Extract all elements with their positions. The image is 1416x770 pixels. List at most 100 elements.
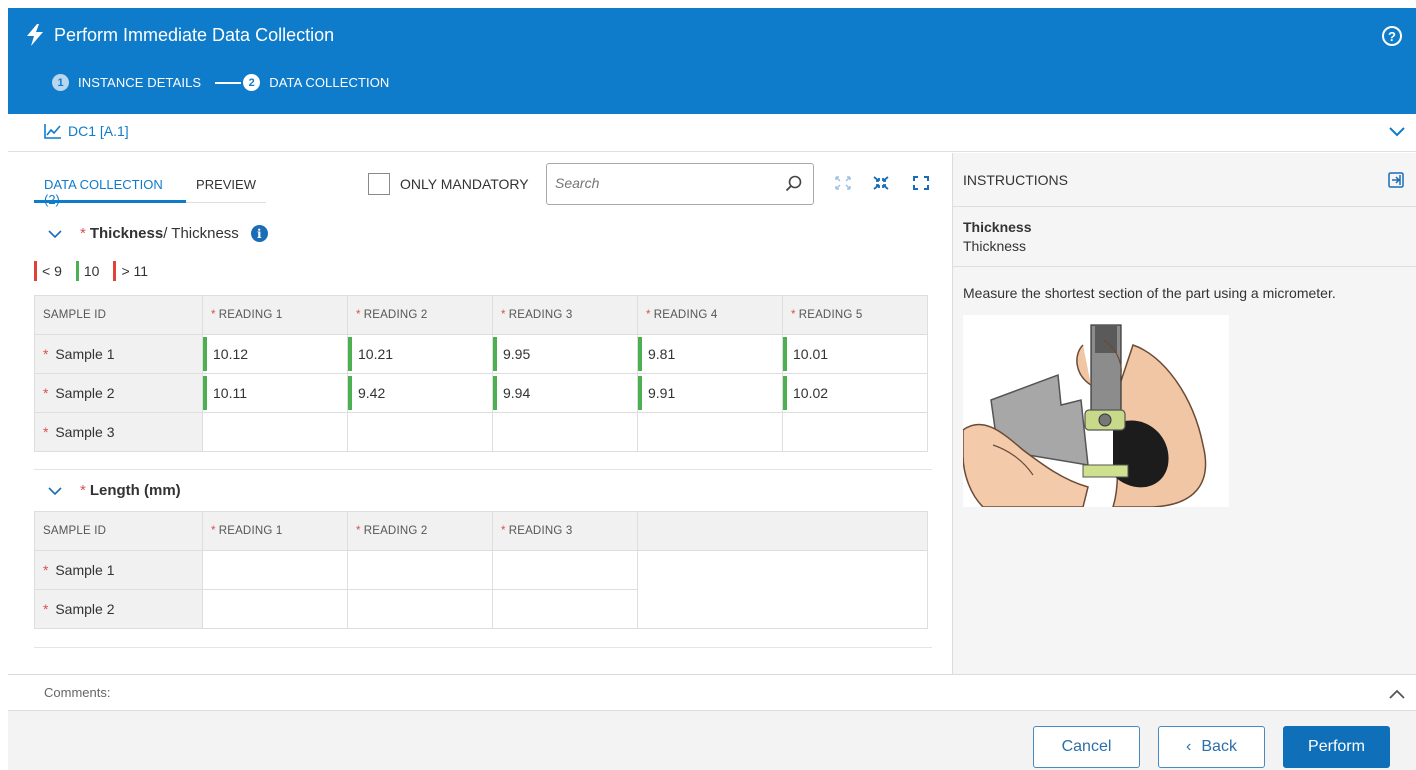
reading-cell[interactable] (347, 550, 493, 590)
reading-cell[interactable]: 9.81 (637, 334, 783, 374)
sample-id: * Sample 1 (34, 334, 203, 374)
collapse-panel-icon[interactable] (1388, 172, 1404, 188)
empty-header (637, 511, 928, 551)
sample-id: * Sample 3 (34, 412, 203, 452)
dc-selector-bar[interactable]: DC1 [A.1] (8, 114, 1416, 152)
perform-button[interactable]: Perform (1283, 726, 1390, 768)
line-chart-icon (44, 124, 61, 139)
reading-cell[interactable] (202, 589, 348, 629)
chevron-up-icon[interactable] (1388, 688, 1406, 700)
col-sample-id: SAMPLE ID (34, 511, 203, 551)
reading-cell[interactable]: 10.01 (782, 334, 928, 374)
comments-bar[interactable]: Comments: (8, 674, 1416, 711)
reading-cell[interactable] (492, 412, 638, 452)
section-subtitle: / Thickness (163, 225, 239, 242)
reading-cell[interactable] (202, 550, 348, 590)
instructions-heading: INSTRUCTIONS (963, 171, 1068, 188)
step-1-badge: 1 (52, 74, 69, 91)
search-icon[interactable] (785, 175, 803, 193)
col-reading-3: * READING 3 (492, 295, 638, 335)
fullscreen-icon[interactable] (912, 175, 930, 191)
instruction-subtitle: Thickness (963, 238, 1027, 254)
section-divider (34, 647, 932, 648)
expand-all-icon[interactable] (834, 175, 852, 191)
step-2-badge: 2 (243, 74, 261, 91)
tab-data-collection[interactable]: DATA COLLECTION (2) (34, 167, 187, 207)
wizard-steps: 1 INSTANCE DETAILS 2 DATA COLLECTION (52, 74, 389, 91)
reading-cell[interactable] (347, 589, 493, 629)
instruction-title: Thickness (963, 219, 1032, 235)
cancel-button[interactable]: Cancel (1033, 726, 1140, 768)
section-title: Length (mm) (89, 482, 181, 499)
only-mandatory-label: ONLY MANDATORY (400, 176, 529, 192)
app-window: Perform Immediate Data Collection ? 1 IN… (0, 0, 1416, 770)
step-connector (215, 81, 242, 84)
length-table: SAMPLE ID * READING 1 * READING 2 * READING… (34, 511, 928, 629)
dialog-title: Perform Immediate Data Collection (54, 24, 335, 45)
reading-cell[interactable] (782, 412, 928, 452)
search-input[interactable] (555, 164, 775, 202)
table-row: * Sample 1 10.12 10.21 9.95 9.81 10.01 (34, 334, 928, 374)
chevron-down-icon[interactable] (48, 486, 62, 496)
instruction-title-block: Thickness Thickness (953, 207, 1416, 267)
col-sample-id: SAMPLE ID (34, 295, 203, 335)
col-reading-2: * READING 2 (347, 511, 493, 551)
required-marker: * (80, 225, 86, 242)
reading-cell[interactable] (492, 550, 638, 590)
required-marker: * (80, 482, 86, 499)
tolerance-legend: < 9 10 > 11 (34, 261, 162, 281)
reading-cell[interactable]: 10.12 (202, 334, 348, 374)
legend-high: > 11 (113, 261, 148, 281)
help-icon[interactable]: ? (1382, 26, 1402, 46)
collapse-all-icon[interactable] (872, 175, 890, 191)
table-row: * Sample 2 10.11 9.42 9.94 9.91 10.02 (34, 373, 928, 413)
section-length-header[interactable]: * Length (mm) (48, 482, 181, 499)
table-header-row: SAMPLE ID * READING 1 * READING 2 * READING… (34, 295, 928, 335)
legend-target: 10 (75, 261, 99, 281)
tab-preview[interactable]: PREVIEW (186, 167, 266, 203)
reading-cell[interactable]: 10.11 (202, 373, 348, 413)
table-header-row: SAMPLE ID * READING 1 * READING 2 * READING… (34, 511, 928, 551)
reading-cell[interactable]: 9.95 (492, 334, 638, 374)
reading-cell[interactable] (492, 589, 638, 629)
col-reading-3: * READING 3 (492, 511, 638, 551)
back-button[interactable]: ‹ Back (1158, 726, 1265, 768)
table-row: * Sample 3 (34, 412, 928, 452)
reading-cell[interactable] (202, 412, 348, 452)
reading-cell[interactable] (347, 412, 493, 452)
lightning-icon (27, 24, 43, 46)
comments-label: Comments: (44, 685, 111, 700)
step-data-collection[interactable]: DATA COLLECTION (269, 75, 389, 90)
reading-cell[interactable] (637, 412, 783, 452)
dc-label: DC1 [A.1] (44, 123, 129, 139)
reading-cell[interactable]: 9.42 (347, 373, 493, 413)
sample-id: * Sample 2 (34, 373, 203, 413)
chevron-down-icon[interactable] (1388, 126, 1406, 138)
step-instance-details[interactable]: INSTANCE DETAILS (78, 75, 201, 90)
reading-cell[interactable]: 10.02 (782, 373, 928, 413)
empty-cell (637, 550, 928, 629)
table-row: * Sample 1 (34, 550, 928, 629)
back-label: Back (1201, 738, 1237, 755)
section-title: Thickness (89, 225, 164, 242)
only-mandatory-checkbox[interactable] (368, 173, 390, 195)
only-mandatory-toggle[interactable]: ONLY MANDATORY (368, 173, 529, 195)
sample-id: * Sample 1 (34, 550, 203, 590)
dialog-footer: Cancel ‹ Back Perform (8, 711, 1416, 770)
reading-cell[interactable]: 9.94 (492, 373, 638, 413)
tab-bar: DATA COLLECTION (2) PREVIEW (34, 167, 266, 207)
col-reading-5: * READING 5 (782, 295, 928, 335)
dc-name: DC1 [A.1] (68, 123, 129, 139)
info-icon[interactable]: i (250, 225, 268, 242)
sample-id: * Sample 2 (34, 589, 203, 629)
instructions-header: INSTRUCTIONS (953, 153, 1416, 207)
col-reading-1: * READING 1 (202, 511, 348, 551)
reading-cell[interactable]: 9.91 (637, 373, 783, 413)
legend-low: < 9 (34, 261, 62, 281)
dialog-header: Perform Immediate Data Collection ? 1 IN… (8, 8, 1416, 114)
chevron-down-icon[interactable] (48, 229, 62, 239)
reading-cell[interactable]: 10.21 (347, 334, 493, 374)
micrometer-illustration (963, 315, 1229, 507)
col-reading-1: * READING 1 (202, 295, 348, 335)
section-thickness-header[interactable]: * Thickness / Thickness i (48, 225, 268, 242)
